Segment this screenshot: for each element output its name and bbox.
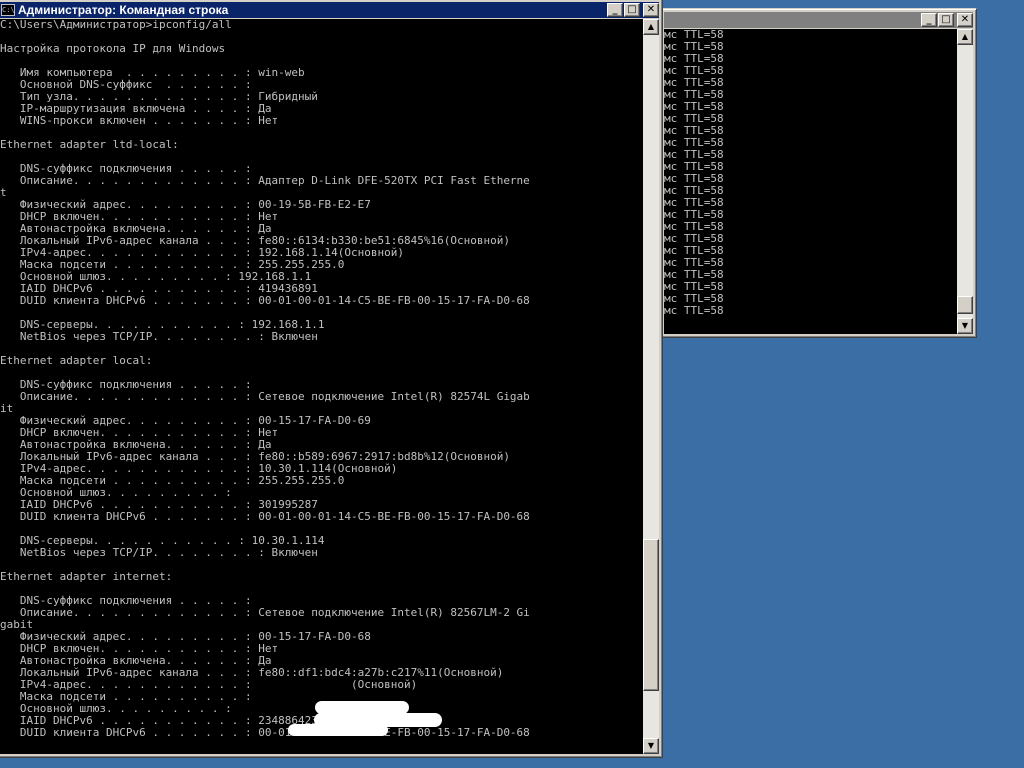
scroll-thumb[interactable] <box>643 539 659 691</box>
maximize-icon: □ <box>627 4 637 15</box>
close-button[interactable]: ✕ <box>643 3 659 17</box>
minimize-button[interactable]: _ <box>921 13 937 27</box>
arrow-up-icon: ▲ <box>647 22 655 31</box>
arrow-up-icon: ▲ <box>961 32 969 41</box>
cmd-app-icon[interactable]: C:\ <box>1 4 15 16</box>
minimize-button[interactable]: _ <box>607 3 623 17</box>
arrow-down-icon: ▼ <box>961 321 969 330</box>
minimize-icon: _ <box>612 4 618 15</box>
minimize-icon: _ <box>926 14 932 25</box>
scroll-up-button[interactable]: ▲ <box>957 29 973 45</box>
close-icon: ✕ <box>646 4 656 15</box>
scroll-up-button[interactable]: ▲ <box>643 19 659 35</box>
maximize-button[interactable]: □ <box>938 13 954 27</box>
scroll-down-button[interactable]: ▼ <box>957 318 973 334</box>
cmd-window[interactable]: C:\ Администратор: Командная строка _ □ … <box>0 0 663 758</box>
cmd-vertical-scrollbar[interactable]: ▲ ▼ <box>643 19 659 754</box>
window-title: Администратор: Командная строка <box>18 3 229 17</box>
ping-console-window[interactable]: _ □ ✕ мс TTL=58 мс TTL=58 мс TTL=58 мс T… <box>660 8 977 338</box>
maximize-icon: □ <box>941 14 951 25</box>
ping-vertical-scrollbar[interactable]: ▲ ▼ <box>957 29 973 334</box>
console-text: C:\Users\Администратор>ipconfig/all Наст… <box>0 19 530 739</box>
redaction-mark-gateway <box>288 724 388 736</box>
arrow-down-icon: ▼ <box>647 741 655 750</box>
close-icon: ✕ <box>960 14 970 25</box>
cmd-window-titlebar[interactable]: C:\ Администратор: Командная строка _ □ … <box>0 2 659 18</box>
close-button[interactable]: ✕ <box>957 13 973 27</box>
maximize-button[interactable]: □ <box>624 3 640 17</box>
scroll-down-button[interactable]: ▼ <box>643 738 659 754</box>
ping-console-output[interactable]: мс TTL=58 мс TTL=58 мс TTL=58 мс TTL=58 … <box>664 29 957 334</box>
cmd-console-output[interactable]: C:\Users\Администратор>ipconfig/all Наст… <box>0 19 643 754</box>
ping-window-titlebar[interactable]: _ □ ✕ <box>664 12 973 28</box>
ping-console-text: мс TTL=58 мс TTL=58 мс TTL=58 мс TTL=58 … <box>664 29 724 317</box>
scroll-thumb[interactable] <box>957 296 973 314</box>
